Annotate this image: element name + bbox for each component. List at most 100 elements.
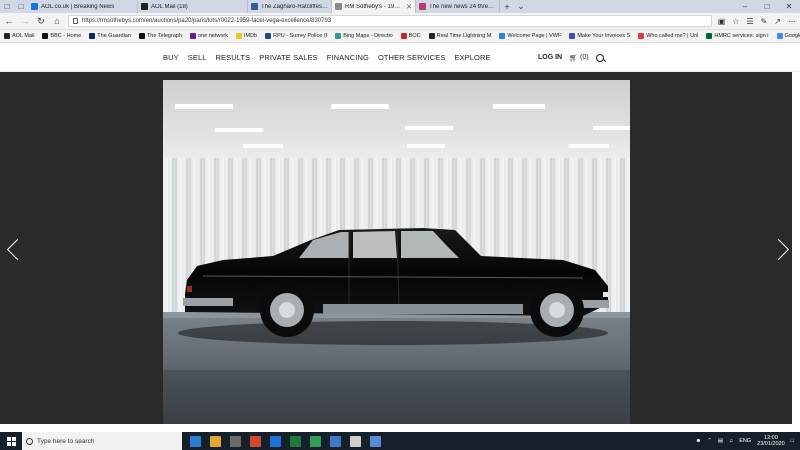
main-nav: BUY SELL RESULTS PRIVATE SALES FINANCING… xyxy=(163,43,491,72)
home-icon[interactable]: ⌂ xyxy=(52,16,62,26)
favorite-favicon-icon xyxy=(138,33,145,39)
notifications-icon[interactable]: □ xyxy=(791,438,794,444)
taskbar-app-icon[interactable] xyxy=(330,435,341,447)
favorite-favicon-icon xyxy=(706,33,713,39)
favorite-favicon-icon xyxy=(569,33,576,39)
car-photo[interactable] xyxy=(163,80,630,424)
close-window-icon[interactable]: ✕ xyxy=(778,0,800,13)
nav-buy[interactable]: BUY xyxy=(163,53,179,62)
favorite-label: Welcome Page | VWF xyxy=(507,33,562,39)
site-header: BUY SELL RESULTS PRIVATE SALES FINANCING… xyxy=(0,43,800,72)
taskbar-app-icon[interactable] xyxy=(270,435,281,447)
browser-tab[interactable]: The new news 24 thread - F xyxy=(416,0,500,13)
people-icon[interactable]: ☻ xyxy=(695,438,701,444)
reading-view-icon[interactable]: ▣ xyxy=(718,17,726,26)
taskbar-pinned-apps xyxy=(190,435,381,447)
volume-icon[interactable]: ♫ xyxy=(729,438,733,444)
favorite-favicon-icon xyxy=(42,33,49,39)
favorite-label: Bing Maps - Directio xyxy=(343,33,393,39)
favorite-link[interactable]: Real Time Lightning M xyxy=(428,33,491,39)
login-link[interactable]: LOG IN xyxy=(538,54,562,61)
system-tray: ☻ ⌃ ▤ ♫ ENG 12:00 23/01/2020 □ xyxy=(695,435,800,448)
favorite-label: IMDb xyxy=(243,33,258,39)
favorite-label: AOL Mail xyxy=(12,33,35,39)
search-icon[interactable] xyxy=(595,53,604,62)
favorite-link[interactable]: Make Your Invoices S xyxy=(569,33,630,39)
favorite-label: RPU - Surrey Police (I xyxy=(273,33,328,39)
favorite-label: The Guardian xyxy=(97,33,131,39)
favorite-label: Who called me? | Unl xyxy=(646,33,699,39)
previous-image-chevron-icon[interactable] xyxy=(5,237,21,263)
favorite-link[interactable]: one network xyxy=(190,33,228,39)
favorite-link[interactable]: The Guardian xyxy=(89,33,131,39)
taskbar-app-icon[interactable] xyxy=(370,435,381,447)
taskbar-app-icon[interactable] xyxy=(230,435,241,447)
favorite-link[interactable]: Google xyxy=(776,33,800,39)
favorite-label: BBC - Home xyxy=(50,33,82,39)
back-icon[interactable]: ← xyxy=(4,16,14,26)
clock[interactable]: 12:00 23/01/2020 xyxy=(757,435,785,448)
tab-list-chevron-icon[interactable]: ⌄ xyxy=(514,0,528,13)
nav-results[interactable]: RESULTS xyxy=(215,53,250,62)
language-indicator[interactable]: ENG xyxy=(739,438,751,444)
favorite-link[interactable]: IMDb xyxy=(235,33,258,39)
taskbar-app-icon[interactable] xyxy=(350,435,361,447)
taskbar-app-icon[interactable] xyxy=(190,435,201,447)
tab-close-icon[interactable]: ✕ xyxy=(406,3,412,11)
browser-tab-strip: □ □ AOL.co.uk | Breaking News AOL Mail (1… xyxy=(0,0,800,13)
taskbar-app-icon[interactable] xyxy=(210,435,221,447)
refresh-icon[interactable]: ↻ xyxy=(36,16,46,27)
page-scrollbar[interactable] xyxy=(792,72,800,432)
pen-icon[interactable]: ✎ xyxy=(761,17,768,26)
favorite-link[interactable]: RPU - Surrey Police (I xyxy=(265,33,327,39)
browser-tab[interactable]: The Zagharo-Ratcliffes' orde xyxy=(248,0,332,13)
favorite-link[interactable]: BOC xyxy=(400,33,421,39)
favorite-link[interactable]: Welcome Page | VWF xyxy=(499,33,561,39)
more-icon[interactable]: ⋯ xyxy=(788,17,796,26)
maximize-icon[interactable]: □ xyxy=(756,0,778,13)
lock-icon xyxy=(73,18,78,24)
url-field[interactable]: https://rmsothebys.com/en/auctions/pa20/… xyxy=(68,15,712,27)
next-image-chevron-icon[interactable] xyxy=(773,237,789,263)
cortana-icon xyxy=(26,437,33,445)
minimize-icon[interactable]: – xyxy=(734,0,756,13)
favorite-favicon-icon xyxy=(400,33,407,39)
share-icon[interactable]: ↗ xyxy=(774,17,781,26)
cart-count: (0) xyxy=(580,54,589,61)
favorite-link[interactable]: Bing Maps - Directio xyxy=(335,33,393,39)
cart-button[interactable]: 🛒︎ (0) xyxy=(569,54,588,62)
address-bar: ← → ↻ ⌂ https://rmsothebys.com/en/auctio… xyxy=(0,13,800,30)
taskbar-search-input[interactable]: Type here to search xyxy=(22,432,182,450)
favorite-star-icon[interactable]: ☆ xyxy=(732,17,739,26)
forward-icon[interactable]: → xyxy=(20,16,30,26)
new-tab-button[interactable]: + xyxy=(500,0,514,13)
network-icon[interactable]: ▤ xyxy=(718,438,723,444)
favorite-link[interactable]: The Telegraph xyxy=(138,33,182,39)
favorite-label: BOC xyxy=(408,33,421,39)
nav-private-sales[interactable]: PRIVATE SALES xyxy=(259,53,318,62)
browser-tab[interactable]: AOL Mail (18) xyxy=(138,0,248,13)
taskbar-app-icon[interactable] xyxy=(250,435,261,447)
chevron-up-icon[interactable]: ⌃ xyxy=(707,438,712,444)
taskbar-app-icon[interactable] xyxy=(290,435,301,447)
tab-preview-icon[interactable]: □ xyxy=(14,0,28,13)
favorites-list-icon[interactable]: ☰ xyxy=(746,17,753,26)
tab-actions-icon[interactable]: □ xyxy=(0,0,14,13)
nav-other-services[interactable]: OTHER SERVICES xyxy=(378,53,446,62)
browser-tab[interactable]: AOL.co.uk | Breaking News xyxy=(28,0,138,13)
favorite-favicon-icon xyxy=(428,33,435,39)
tab-favicon-icon xyxy=(419,3,426,10)
favorite-link[interactable]: HMRC services: sign i xyxy=(706,33,769,39)
favorite-favicon-icon xyxy=(190,33,196,39)
nav-sell[interactable]: SELL xyxy=(188,53,207,62)
nav-financing[interactable]: FINANCING xyxy=(327,53,369,62)
browser-tab[interactable]: RM Sotheby's - 1959 Fa ✕ xyxy=(332,0,416,13)
tab-favicon-icon xyxy=(31,3,38,10)
taskbar-app-icon[interactable] xyxy=(310,435,321,447)
favorite-favicon-icon xyxy=(776,33,783,39)
favorite-link[interactable]: Who called me? | Unl xyxy=(638,33,698,39)
nav-explore[interactable]: EXPLORE xyxy=(454,53,490,62)
favorite-link[interactable]: AOL Mail xyxy=(4,33,34,39)
favorite-link[interactable]: BBC - Home xyxy=(42,33,81,39)
start-windows-icon[interactable] xyxy=(0,432,22,450)
